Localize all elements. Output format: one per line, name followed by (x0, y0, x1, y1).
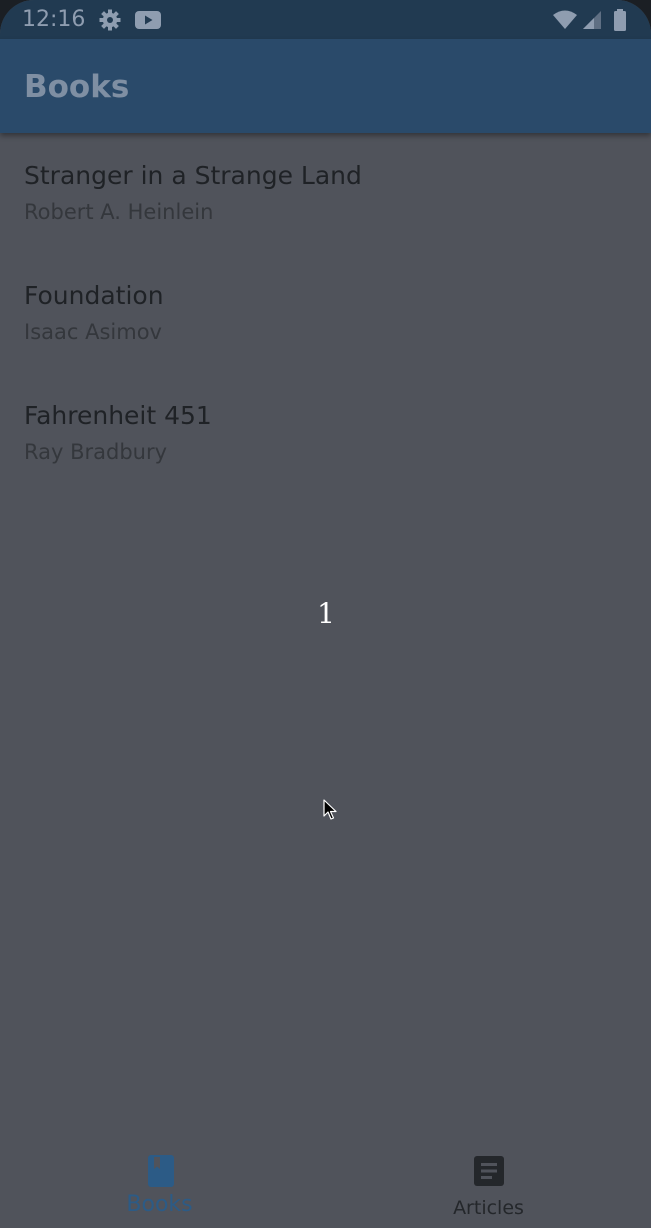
status-bar: 12:16 (0, 0, 651, 39)
list-item[interactable]: Foundation Isaac Asimov (0, 253, 651, 373)
nav-label-articles: Articles (453, 1197, 524, 1219)
nav-tab-articles[interactable]: Articles (326, 1140, 651, 1228)
nav-tab-books[interactable]: Books (0, 1140, 325, 1228)
device-screen: 12:16 Books Stranger in a Strange Land R… (0, 0, 651, 1228)
youtube-icon (135, 11, 161, 29)
status-time: 12:16 (22, 7, 86, 32)
book-list: Stranger in a Strange Land Robert A. Hei… (0, 133, 651, 493)
bottom-navigation: Books Articles (0, 1140, 651, 1228)
book-author: Isaac Asimov (24, 320, 162, 344)
signal-icon (583, 11, 601, 29)
nav-label-books: Books (126, 1192, 193, 1217)
gear-icon (99, 9, 121, 31)
book-title: Stranger in a Strange Land (24, 161, 362, 190)
battery-icon (614, 9, 626, 31)
book-title: Foundation (24, 281, 164, 310)
page-title: Books (24, 69, 130, 105)
wifi-icon (553, 10, 577, 29)
book-author: Ray Bradbury (24, 440, 168, 464)
book-icon (148, 1155, 174, 1187)
list-item[interactable]: Fahrenheit 451 Ray Bradbury (0, 373, 651, 493)
article-icon (474, 1156, 504, 1186)
list-item[interactable]: Stranger in a Strange Land Robert A. Hei… (0, 133, 651, 253)
app-bar: Books (0, 39, 651, 133)
book-author: Robert A. Heinlein (24, 200, 214, 224)
overlay-number: 1 (317, 597, 335, 630)
book-title: Fahrenheit 451 (24, 401, 212, 430)
mouse-cursor-icon (323, 799, 337, 820)
